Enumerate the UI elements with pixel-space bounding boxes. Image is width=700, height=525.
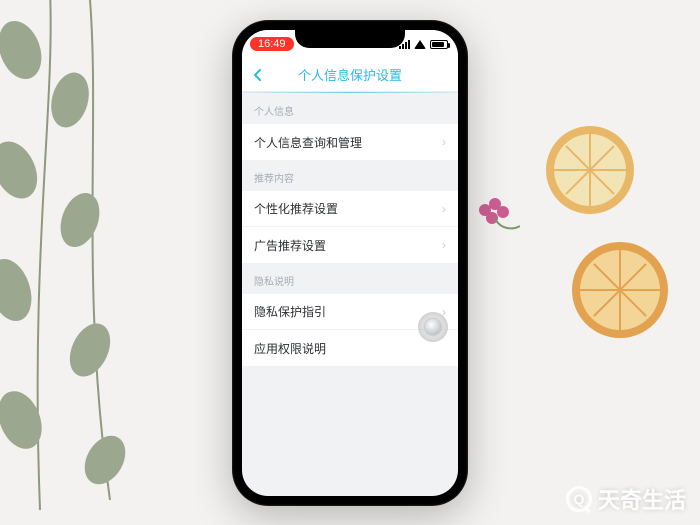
- back-button[interactable]: [246, 63, 270, 87]
- decor-flower: [470, 190, 520, 230]
- status-icons: [399, 40, 448, 49]
- phone-screen: 16:49 个人信息保护设置 个人信息 个人信息查询和管理 ›: [242, 30, 458, 496]
- row-label: 广告推荐设置: [254, 237, 326, 254]
- row-label: 个人信息查询和管理: [254, 134, 362, 151]
- assistive-touch-inner-icon: [425, 319, 441, 335]
- chevron-right-icon: ›: [442, 238, 446, 252]
- wifi-icon: [414, 40, 426, 49]
- section-header-privacy: 隐私说明: [242, 263, 458, 294]
- watermark-q-icon: Q: [566, 486, 592, 512]
- nav-bar: 个人信息保护设置: [242, 58, 458, 92]
- phone-notch: [295, 30, 405, 48]
- assistive-touch-button[interactable]: [418, 312, 448, 342]
- row-label: 应用权限说明: [254, 340, 326, 357]
- row-personalized-recommendation[interactable]: 个性化推荐设置 ›: [242, 191, 458, 227]
- watermark: Q 天奇生活: [566, 483, 686, 515]
- row-label: 隐私保护指引: [254, 303, 326, 320]
- decor-citrus: [520, 110, 680, 410]
- phone-frame: 16:49 个人信息保护设置 个人信息 个人信息查询和管理 ›: [232, 20, 468, 506]
- row-label: 个性化推荐设置: [254, 200, 338, 217]
- status-time: 16:49: [250, 37, 294, 51]
- section-header-recommendations: 推荐内容: [242, 160, 458, 191]
- row-personal-info-query[interactable]: 个人信息查询和管理 ›: [242, 124, 458, 160]
- decor-leaves: [0, 0, 160, 510]
- chevron-left-icon: [251, 68, 265, 82]
- chevron-right-icon: ›: [442, 135, 446, 149]
- watermark-text: 天奇生活: [598, 483, 686, 515]
- page-title: 个人信息保护设置: [298, 65, 402, 84]
- chevron-right-icon: ›: [442, 202, 446, 216]
- row-ad-recommendation[interactable]: 广告推荐设置 ›: [242, 227, 458, 263]
- battery-icon: [430, 40, 448, 49]
- section-header-personal-info: 个人信息: [242, 93, 458, 124]
